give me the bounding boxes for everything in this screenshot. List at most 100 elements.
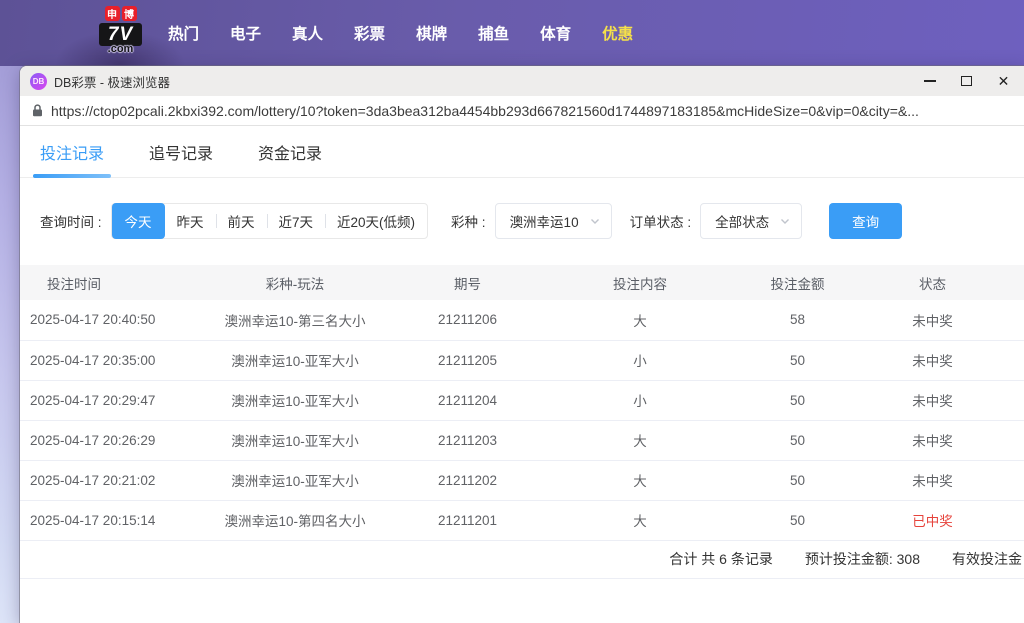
cell-game-play: 澳洲幸运10-亚军大小 (220, 420, 370, 461)
cell-bet-amount: 58 (715, 300, 880, 341)
cell-bet-time: 2025-04-17 20:40:50 (20, 300, 220, 341)
minimize-button[interactable] (911, 66, 948, 96)
cell-spacer (985, 420, 1024, 461)
time-option-20days[interactable]: 近20天(低频) (325, 203, 427, 239)
cell-issue: 21211205 (370, 340, 565, 381)
nav-item-hot[interactable]: 热门 (168, 22, 199, 44)
lock-icon (33, 104, 42, 117)
nav-item-cards[interactable]: 棋牌 (416, 22, 447, 44)
cell-bet-content: 大 (565, 420, 715, 461)
cell-issue: 21211206 (370, 300, 565, 341)
nav-item-live[interactable]: 真人 (292, 22, 323, 44)
url-text: https://ctop02pcali.2kbxi392.com/lottery… (51, 102, 919, 119)
site-nav: 热门 电子 真人 彩票 棋牌 捕鱼 体育 优惠 (168, 0, 633, 66)
cell-issue: 21211201 (370, 500, 565, 541)
nav-item-promo[interactable]: 优惠 (602, 22, 633, 44)
cell-spacer (985, 300, 1024, 341)
nav-item-sports[interactable]: 体育 (540, 22, 571, 44)
logo-badges: 申 博 (99, 6, 142, 21)
col-bet-time: 投注时间 (20, 265, 220, 300)
cell-bet-time: 2025-04-17 20:29:47 (20, 380, 220, 421)
logo-suffix-text: .com (107, 43, 134, 55)
logo-badge-bo: 博 (121, 6, 137, 21)
window-controls: ✕ (911, 66, 1022, 96)
table-row: 2025-04-17 20:35:00 澳洲幸运10-亚军大小 21211205… (20, 340, 1024, 381)
nav-item-fishing[interactable]: 捕鱼 (478, 22, 509, 44)
tab-fund-records[interactable]: 资金记录 (258, 126, 322, 177)
cell-issue: 21211203 (370, 420, 565, 461)
cell-bet-time: 2025-04-17 20:21:02 (20, 460, 220, 501)
record-tabs: 投注记录 追号记录 资金记录 (20, 126, 1024, 178)
nav-item-slots[interactable]: 电子 (230, 22, 261, 44)
bet-records-table: 投注时间 彩种-玩法 期号 投注内容 投注金额 状态 2025-04-17 20… (20, 265, 1024, 541)
window-titlebar[interactable]: DB DB彩票 - 极速浏览器 ✕ (20, 66, 1024, 96)
lottery-filter-label: 彩种 : (451, 215, 486, 230)
site-logo[interactable]: 申 博 7V .com (99, 6, 142, 55)
minimize-icon (923, 80, 936, 82)
db-app-icon: DB (30, 72, 47, 90)
cell-status: 未中奖 (880, 300, 985, 341)
cell-bet-content: 大 (565, 500, 715, 541)
summary-valid-amount: 有效投注金 (952, 551, 1022, 567)
cell-spacer (985, 500, 1024, 541)
cell-status: 未中奖 (880, 340, 985, 381)
browser-window: DB DB彩票 - 极速浏览器 ✕ https://ctop02pcali.2k… (20, 66, 1024, 623)
cell-game-play: 澳洲幸运10-第三名大小 (220, 300, 370, 341)
cell-issue: 21211202 (370, 460, 565, 501)
cell-bet-content: 大 (565, 300, 715, 341)
time-option-yesterday[interactable]: 昨天 (165, 203, 216, 239)
time-option-day-before[interactable]: 前天 (215, 203, 267, 239)
cell-bet-amount: 50 (715, 500, 880, 541)
summary-expected-amount: 预计投注金额: 308 (804, 551, 920, 567)
cell-bet-amount: 50 (715, 380, 880, 421)
tab-bet-records[interactable]: 投注记录 (32, 126, 112, 178)
tab-chase-records[interactable]: 追号记录 (149, 126, 213, 177)
table-row: 2025-04-17 20:15:14 澳洲幸运10-第四名大小 2121120… (20, 500, 1024, 541)
cell-bet-time: 2025-04-17 20:26:29 (20, 420, 220, 461)
cell-spacer (985, 460, 1024, 501)
summary-row: 合计 共 6 条记录 预计投注金额: 308 有效投注金 (20, 541, 1024, 579)
col-status: 状态 (880, 265, 985, 300)
search-button[interactable]: 查询 (829, 203, 903, 239)
lottery-select-value: 澳洲幸运10 (509, 215, 579, 230)
cell-status: 未中奖 (880, 420, 985, 461)
col-bet-amount: 投注金额 (715, 265, 880, 300)
nav-item-lottery[interactable]: 彩票 (354, 22, 385, 44)
table-row: 2025-04-17 20:40:50 澳洲幸运10-第三名大小 2121120… (20, 300, 1024, 341)
cell-bet-content: 小 (565, 380, 715, 421)
address-bar[interactable]: https://ctop02pcali.2kbxi392.com/lottery… (20, 96, 1024, 126)
cell-bet-time: 2025-04-17 20:35:00 (20, 340, 220, 381)
lottery-record-page: 投注记录 追号记录 资金记录 查询时间 : 今天 昨天 前天 近7天 近20天(… (20, 126, 1024, 623)
logo-badge-shen: 申 (104, 6, 120, 21)
cell-bet-content: 大 (565, 460, 715, 501)
cell-bet-amount: 50 (715, 460, 880, 501)
col-bet-content: 投注内容 (565, 265, 715, 300)
summary-total: 合计 共 6 条记录 (669, 551, 773, 567)
col-game-play: 彩种-玩法 (220, 265, 370, 300)
cell-game-play: 澳洲幸运10-亚军大小 (220, 380, 370, 421)
cell-game-play: 澳洲幸运10-亚军大小 (220, 340, 370, 381)
cell-bet-amount: 50 (715, 420, 880, 461)
lottery-select[interactable]: 澳洲幸运10 (494, 203, 612, 239)
table-row: 2025-04-17 20:29:47 澳洲幸运10-亚军大小 21211204… (20, 380, 1024, 421)
time-option-7days[interactable]: 近7天 (266, 203, 326, 239)
order-status-value: 全部状态 (715, 215, 770, 230)
order-status-select[interactable]: 全部状态 (700, 203, 803, 239)
filter-bar: 查询时间 : 今天 昨天 前天 近7天 近20天(低频) 彩种 : 澳洲幸运10… (40, 203, 1010, 239)
table-header: 投注时间 彩种-玩法 期号 投注内容 投注金额 状态 (20, 265, 1024, 300)
cell-game-play: 澳洲幸运10-亚军大小 (220, 460, 370, 501)
cell-bet-content: 小 (565, 340, 715, 381)
maximize-button[interactable] (948, 66, 985, 96)
cell-game-play: 澳洲幸运10-第四名大小 (220, 500, 370, 541)
table-body: 2025-04-17 20:40:50 澳洲幸运10-第三名大小 2121120… (20, 300, 1024, 541)
cell-bet-time: 2025-04-17 20:15:14 (20, 500, 220, 541)
maximize-icon (961, 76, 972, 86)
chevron-down-icon (590, 219, 599, 224)
time-range-group: 今天 昨天 前天 近7天 近20天(低频) (110, 203, 429, 239)
close-button[interactable]: ✕ (985, 66, 1022, 96)
cell-status: 已中奖 (880, 500, 985, 541)
table-row: 2025-04-17 20:21:02 澳洲幸运10-亚军大小 21211202… (20, 460, 1024, 501)
window-title: DB彩票 - 极速浏览器 (54, 75, 170, 90)
close-icon: ✕ (997, 73, 1010, 89)
time-option-today[interactable]: 今天 (111, 203, 165, 239)
